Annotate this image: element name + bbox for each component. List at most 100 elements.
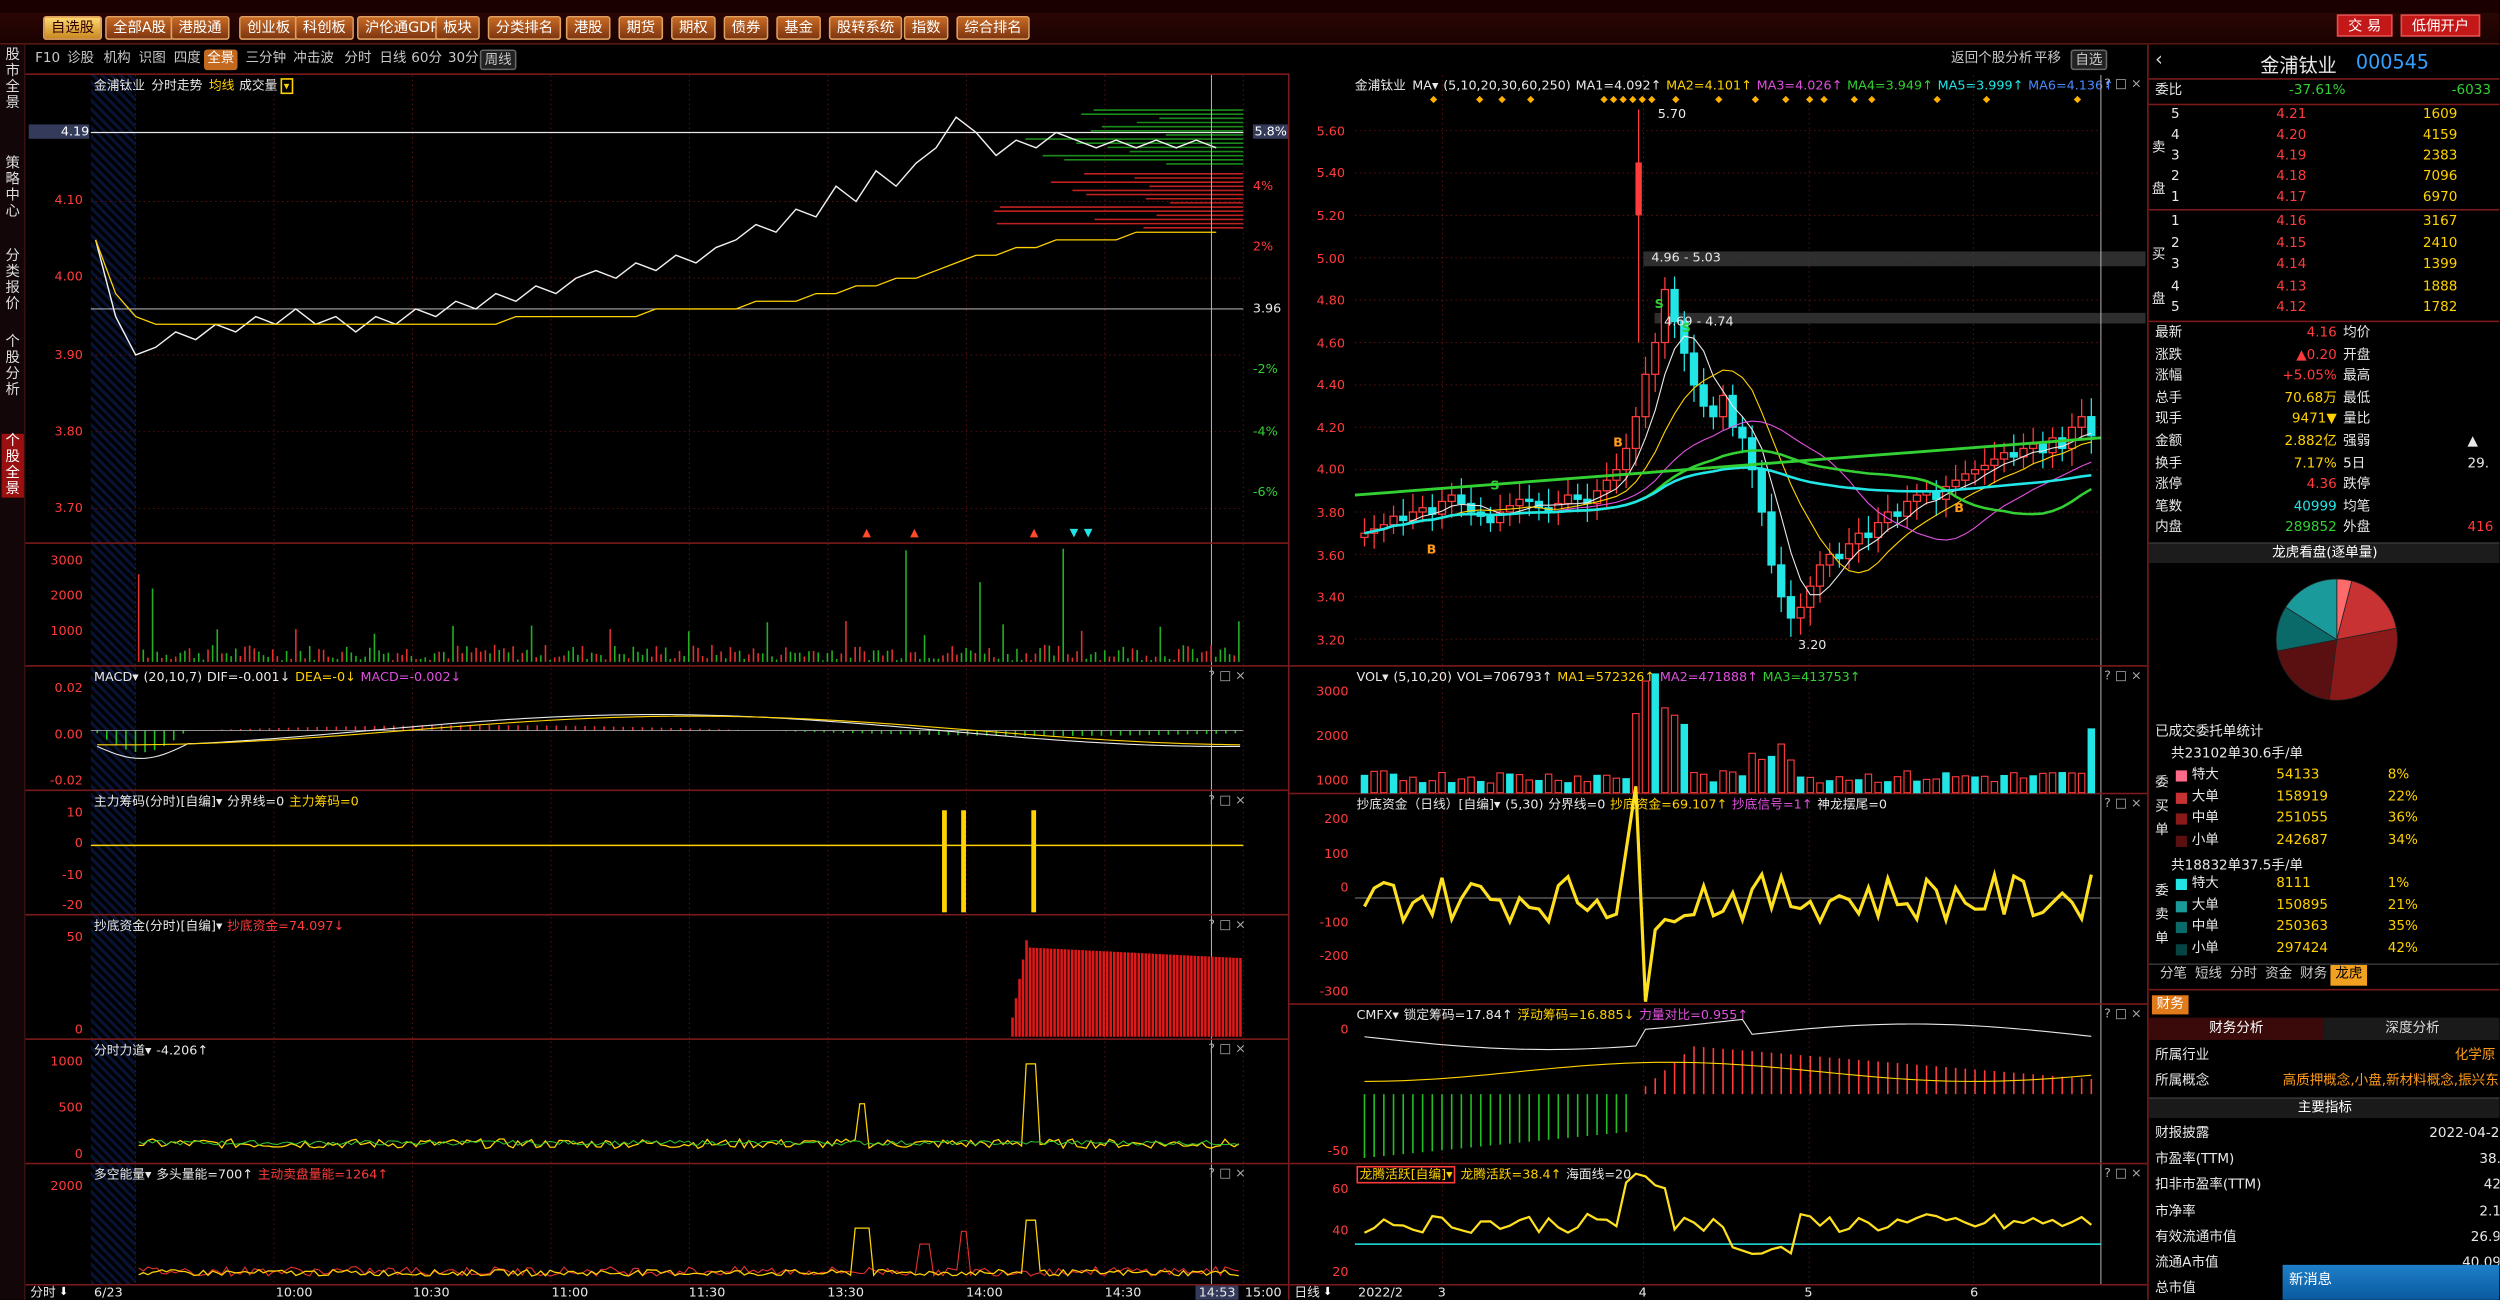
quote-tabs: 分笔 短线 分时 资金 财务 龙虎 — [2148, 963, 2500, 986]
quote-tab-4[interactable]: 财务 — [2295, 965, 2332, 986]
deal-pct: 8% — [2387, 767, 2410, 784]
bid-volume: 2410 — [2422, 235, 2458, 252]
stat-label2: 量比 — [2343, 412, 2371, 429]
vol-bar — [2039, 772, 2047, 794]
vol-bar — [1506, 773, 1514, 794]
bid-volume: 1888 — [2422, 278, 2458, 295]
quote-tab-5[interactable]: 龙虎 — [2330, 964, 2368, 986]
vol-bar — [2077, 772, 2086, 794]
buy-side-label: 买盘 — [2151, 247, 2166, 308]
bid-row[interactable]: 2 4.15 2410 — [2149, 234, 2500, 255]
vol-bar — [1428, 780, 1437, 794]
indicator-value: 2022-04-29 — [2429, 1126, 2500, 1143]
vol-bar — [1680, 723, 1689, 794]
stat-row: 换手 7.17% 5日 29. — [2149, 454, 2500, 475]
sell-side-label: 卖盘 — [2151, 140, 2166, 198]
bid-price: 4.12 — [2276, 299, 2307, 316]
deal-pct: 35% — [2387, 918, 2418, 935]
color-swatch-icon — [2175, 900, 2187, 912]
quote-panel: ‹ 金浦钛业 000545 委比 -37.61% -6033 5 4.21 1609 4 4.20 4… — [2147, 44, 2500, 1300]
weicha-value: -6033 — [2451, 82, 2491, 99]
vol-bar — [2058, 772, 2066, 794]
color-swatch-icon — [2175, 943, 2187, 955]
deal-amount: 250363 — [2276, 918, 2328, 935]
stat-label: 涨幅 — [2155, 368, 2183, 385]
vol-bar — [1961, 775, 1970, 794]
stat-label: 总手 — [2155, 390, 2183, 407]
vol-bar — [1622, 778, 1630, 794]
kline-toolbar-item-2[interactable]: 自选 — [2070, 49, 2108, 71]
date-tick[interactable]: 日线 — [1294, 1286, 1320, 1300]
quote-tab-0[interactable]: 分笔 — [2155, 965, 2192, 986]
concept-row: 所属概念 高质押概念,小盘,新材料概念,振兴东 — [2149, 1072, 2500, 1093]
trade-button[interactable]: 交 易 — [2336, 14, 2393, 37]
ask-row[interactable]: 4 4.20 4159 — [2149, 126, 2500, 147]
indicator-label: 有效流通市值 — [2155, 1229, 2237, 1246]
quote-tab-2[interactable]: 分时 — [2225, 965, 2262, 986]
kline-toolbar-item-0[interactable]: 返回个股分析 — [1951, 49, 2032, 70]
finance-analysis-tab[interactable]: 财务分析 — [2148, 1017, 2325, 1040]
ask-row[interactable]: 1 4.17 6970 — [2149, 188, 2500, 209]
open-account-button[interactable]: 低佣开户 — [2400, 14, 2481, 37]
vol-bar — [1515, 774, 1524, 794]
quote-tab-3[interactable]: 资金 — [2260, 965, 2297, 986]
vol-bar — [1525, 779, 1533, 794]
vol-bar — [1893, 776, 1902, 794]
vol-bar — [1690, 772, 1698, 794]
deep-analysis-tab[interactable]: 深度分析 — [2324, 1017, 2500, 1040]
deal-pct: 36% — [2387, 810, 2418, 827]
vol-bar — [2068, 772, 2076, 794]
indicator-label: 市净率 — [2155, 1203, 2196, 1220]
stat-label2: 开盘 — [2343, 347, 2371, 364]
deal-amount: 251055 — [2276, 810, 2328, 827]
stat-label2: 均价 — [2343, 325, 2371, 342]
stat-label: 内盘 — [2155, 520, 2183, 537]
stat-row: 涨停 4.36 跌停 — [2149, 476, 2500, 497]
indicator-label: 流通A市值 — [2155, 1255, 2219, 1272]
vol-bar — [1447, 782, 1456, 794]
quote-tab-1[interactable]: 短线 — [2190, 965, 2227, 986]
vol-bar — [1854, 779, 1863, 794]
ask-row[interactable]: 5 4.21 1609 — [2149, 105, 2500, 126]
vol-bar — [2000, 774, 2008, 794]
kline-indicators[interactable] — [0, 0, 2232, 1300]
kline-toolbar-item-1[interactable]: 平移 — [2034, 49, 2061, 70]
ask-volume: 2383 — [2422, 148, 2458, 165]
vol-bar — [1806, 776, 1815, 794]
down-arrow-icon: ⬇ — [1323, 1285, 1333, 1299]
industry-label: 所属行业 — [2155, 1047, 2210, 1064]
deal-size: 中单 — [2191, 918, 2219, 935]
stat-value2: 416 — [2467, 520, 2494, 537]
ask-row[interactable]: 2 4.18 7096 — [2149, 167, 2500, 188]
finance-tab[interactable]: 财务 — [2151, 995, 2189, 1015]
bid-row[interactable]: 3 4.14 1399 — [2149, 255, 2500, 276]
vol-bar — [1389, 773, 1398, 794]
vol-bar — [1535, 779, 1543, 794]
stat-row: 涨幅 +5.05% 最高 — [2149, 367, 2500, 388]
ask-row[interactable]: 3 4.19 2383 — [2149, 147, 2500, 168]
date-tick: 3 — [1437, 1285, 1446, 1300]
deal-size: 大单 — [2191, 788, 2219, 805]
bid-row[interactable]: 5 4.12 1782 — [2149, 298, 2500, 319]
vol-bar — [1593, 774, 1601, 794]
date-tick: 6 — [1970, 1285, 1979, 1300]
back-chevron-icon[interactable]: ‹ — [2155, 48, 2163, 70]
deal-amount: 158919 — [2276, 788, 2328, 805]
cmfx-line2 — [1364, 1061, 2092, 1082]
news-notification[interactable]: 新消息 — [2282, 1264, 2500, 1300]
stat-value: 2.882亿 — [2284, 433, 2337, 450]
stat-row: 内盘 289852 外盘 416 — [2149, 519, 2500, 540]
bid-row[interactable]: 1 4.16 3167 — [2149, 212, 2500, 233]
order-pie-chart[interactable] — [2273, 576, 2416, 720]
vol-bar — [1942, 772, 1950, 794]
vol-bar — [1467, 776, 1475, 794]
main-indicator-row: 扣非市盈率(TTM) 42 — [2149, 1176, 2499, 1197]
bid-level: 1 — [2171, 213, 2180, 230]
quote-stock-name: 金浦钛业 — [2260, 54, 2337, 77]
vol-bar — [1971, 776, 1979, 794]
deal-amount: 297424 — [2276, 940, 2328, 957]
buy-deal-row: 特大 54133 8% — [2149, 766, 2500, 787]
bid-row[interactable]: 4 4.13 1888 — [2149, 277, 2500, 298]
stat-label: 涨停 — [2155, 477, 2183, 494]
news-label: 新消息 — [2288, 1272, 2333, 1289]
